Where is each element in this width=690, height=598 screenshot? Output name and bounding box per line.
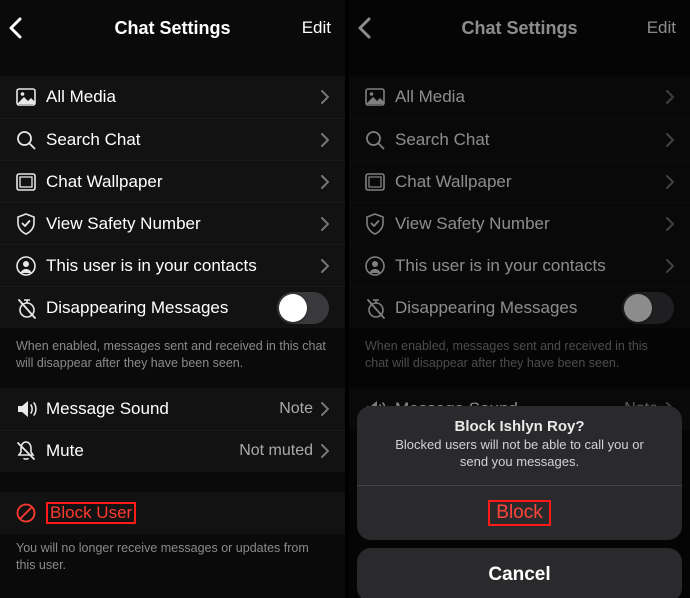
row-label: Disappearing Messages [46, 298, 277, 318]
page-title: Chat Settings [461, 18, 577, 39]
sheet-card: Block Ishlyn Roy? Blocked users will not… [357, 406, 682, 540]
page-title: Chat Settings [114, 18, 230, 39]
section-general: All Media Search Chat Chat Wallpaper Vie… [349, 76, 690, 328]
disappearing-toggle[interactable] [277, 292, 329, 324]
header: Chat Settings Edit [0, 0, 345, 56]
chevron-right-icon [321, 175, 329, 189]
row-label: Disappearing Messages [395, 298, 622, 318]
timer-off-icon [365, 297, 387, 319]
sheet-header: Block Ishlyn Roy? Blocked users will not… [357, 406, 682, 485]
row-view-safety[interactable]: View Safety Number [349, 202, 690, 244]
row-label: Chat Wallpaper [395, 172, 666, 192]
chevron-right-icon [666, 259, 674, 273]
shield-icon [365, 213, 385, 235]
chevron-right-icon [666, 217, 674, 231]
person-icon [16, 256, 36, 276]
row-mute[interactable]: Mute Not muted [0, 430, 345, 472]
person-icon [365, 256, 385, 276]
speaker-icon [16, 399, 38, 419]
chevron-right-icon [321, 90, 329, 104]
edit-button[interactable]: Edit [302, 18, 331, 38]
chevron-left-icon [8, 17, 22, 39]
row-label: All Media [395, 87, 666, 107]
sheet-subtitle: Blocked users will not be able to call y… [381, 437, 658, 471]
wallpaper-icon [365, 173, 385, 191]
edit-button[interactable]: Edit [647, 18, 676, 38]
chevron-right-icon [321, 402, 329, 416]
block-user-label: Block User [46, 502, 329, 524]
row-all-media[interactable]: All Media [349, 76, 690, 118]
row-search-chat[interactable]: Search Chat [0, 118, 345, 160]
row-disappearing[interactable]: Disappearing Messages [0, 286, 345, 328]
right-pane: Chat Settings Edit All Media Search Chat… [345, 0, 690, 598]
row-in-contacts[interactable]: This user is in your contacts [349, 244, 690, 286]
row-message-sound[interactable]: Message Sound Note [0, 388, 345, 430]
sheet-block-button[interactable]: Block [357, 485, 682, 540]
wallpaper-icon [16, 173, 36, 191]
row-search-chat[interactable]: Search Chat [349, 118, 690, 160]
row-block-user[interactable]: Block User [0, 492, 345, 534]
row-view-safety[interactable]: View Safety Number [0, 202, 345, 244]
sheet-block-highlight: Block [488, 500, 550, 526]
header: Chat Settings Edit [349, 0, 690, 56]
row-label: This user is in your contacts [395, 256, 666, 276]
row-label: Search Chat [46, 130, 321, 150]
block-action-sheet: Block Ishlyn Roy? Blocked users will not… [357, 406, 682, 598]
block-user-highlight: Block User [46, 502, 136, 524]
section-general: All Media Search Chat Chat Wallpaper Vie… [0, 76, 345, 328]
back-button[interactable] [357, 17, 371, 39]
shield-icon [16, 213, 36, 235]
row-in-contacts[interactable]: This user is in your contacts [0, 244, 345, 286]
disappearing-toggle[interactable] [622, 292, 674, 324]
chevron-right-icon [321, 133, 329, 147]
row-value: Not muted [239, 442, 313, 460]
section-sound: Message Sound Note Mute Not muted [0, 388, 345, 472]
disappearing-hint: When enabled, messages sent and received… [349, 328, 690, 388]
row-value: Note [279, 400, 313, 418]
section-block: Block User [0, 492, 345, 534]
row-label: Search Chat [395, 130, 666, 150]
block-icon [16, 503, 36, 523]
row-disappearing[interactable]: Disappearing Messages [349, 286, 690, 328]
sheet-cancel-button[interactable]: Cancel [357, 548, 682, 598]
disappearing-hint: When enabled, messages sent and received… [0, 328, 345, 388]
row-label: All Media [46, 87, 321, 107]
chevron-right-icon [666, 90, 674, 104]
row-chat-wallpaper[interactable]: Chat Wallpaper [349, 160, 690, 202]
search-icon [365, 130, 385, 150]
photo-icon [365, 88, 385, 106]
row-label: This user is in your contacts [46, 256, 321, 276]
row-label: Chat Wallpaper [46, 172, 321, 192]
row-label: Message Sound [46, 399, 279, 419]
chevron-right-icon [666, 175, 674, 189]
bell-off-icon [16, 440, 36, 462]
chevron-right-icon [321, 444, 329, 458]
sheet-title: Block Ishlyn Roy? [381, 418, 658, 435]
row-label: View Safety Number [395, 214, 666, 234]
row-label: Mute [46, 441, 239, 461]
back-button[interactable] [8, 17, 22, 39]
left-pane: Chat Settings Edit All Media Search Chat… [0, 0, 345, 598]
row-all-media[interactable]: All Media [0, 76, 345, 118]
row-label: View Safety Number [46, 214, 321, 234]
chevron-right-icon [321, 217, 329, 231]
row-chat-wallpaper[interactable]: Chat Wallpaper [0, 160, 345, 202]
photo-icon [16, 88, 36, 106]
block-hint: You will no longer receive messages or u… [0, 534, 345, 590]
search-icon [16, 130, 36, 150]
chevron-left-icon [357, 17, 371, 39]
chevron-right-icon [666, 133, 674, 147]
timer-off-icon [16, 297, 38, 319]
chevron-right-icon [321, 259, 329, 273]
